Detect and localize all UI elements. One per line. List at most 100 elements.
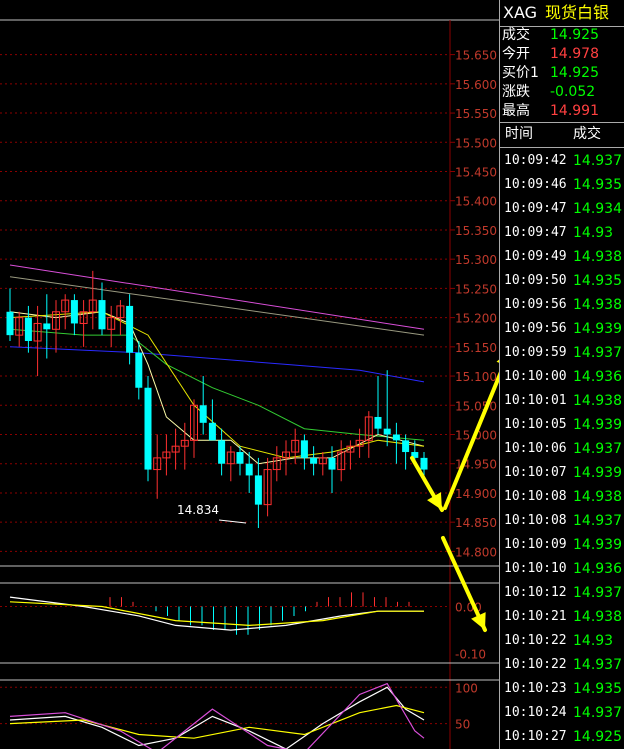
tick-time: 10:10:07 bbox=[504, 465, 567, 480]
tick-row[interactable]: 10:09:42 14.937 bbox=[499, 149, 624, 173]
candle-body bbox=[98, 300, 106, 330]
quote-value: -0.052 bbox=[550, 84, 596, 100]
candle-body bbox=[43, 323, 51, 330]
tick-time: 10:09:46 bbox=[504, 177, 567, 192]
tick-row[interactable]: 10:10:23 14.935 bbox=[499, 677, 624, 701]
quote-label: 今开 bbox=[502, 46, 530, 62]
quote-row: 涨跌 -0.052 bbox=[499, 83, 624, 102]
candle-body bbox=[135, 352, 143, 388]
tick-price: 14.937 bbox=[573, 153, 622, 169]
candle-body bbox=[392, 434, 400, 441]
min-price-label: 14.834 bbox=[177, 503, 219, 517]
tick-row[interactable]: 10:09:50 14.935 bbox=[499, 269, 624, 293]
tick-row[interactable]: 10:10:00 14.936 bbox=[499, 365, 624, 389]
tick-price: 14.938 bbox=[573, 249, 622, 265]
tick-row[interactable]: 10:10:08 14.937 bbox=[499, 509, 624, 533]
tick-time: 10:10:01 bbox=[504, 393, 567, 408]
tick-row[interactable]: 10:09:47 14.93 bbox=[499, 221, 624, 245]
price-tick-label: 14.900 bbox=[455, 487, 497, 501]
candle-body bbox=[383, 428, 391, 435]
sidebar-border bbox=[499, 0, 500, 749]
tick-price: 14.937 bbox=[573, 345, 622, 361]
tick-row[interactable]: 10:10:08 14.938 bbox=[499, 485, 624, 509]
tick-price: 14.939 bbox=[573, 321, 622, 337]
tick-time: 10:09:56 bbox=[504, 321, 567, 336]
tick-row[interactable]: 10:10:05 14.939 bbox=[499, 413, 624, 437]
price-chart[interactable]: 15.650 15.600 15.550 15.500 15.450 15.400 15.3… bbox=[0, 0, 499, 749]
tick-row[interactable]: 10:09:59 14.937 bbox=[499, 341, 624, 365]
tick-row[interactable]: 10:10:22 14.937 bbox=[499, 653, 624, 677]
sidebar-divider bbox=[499, 122, 624, 123]
chart-background bbox=[0, 0, 499, 749]
tick-row[interactable]: 10:09:46 14.935 bbox=[499, 173, 624, 197]
tick-time: 10:10:05 bbox=[504, 417, 567, 432]
candle-body bbox=[236, 452, 244, 464]
price-tick-label: 15.150 bbox=[455, 341, 497, 355]
tick-price: 14.938 bbox=[573, 393, 622, 409]
ticks-header-price: 成交 bbox=[573, 126, 601, 142]
tick-price: 14.936 bbox=[573, 369, 622, 385]
tick-price: 14.93 bbox=[573, 633, 614, 649]
tick-row[interactable]: 10:10:06 14.937 bbox=[499, 437, 624, 461]
tick-row[interactable]: 10:09:56 14.938 bbox=[499, 293, 624, 317]
price-tick-label: 14.850 bbox=[455, 516, 497, 530]
candle-body bbox=[218, 440, 226, 464]
candle-body bbox=[144, 387, 152, 470]
tick-price: 14.939 bbox=[573, 465, 622, 481]
tick-row[interactable]: 10:10:21 14.938 bbox=[499, 605, 624, 629]
tick-time: 10:09:50 bbox=[504, 273, 567, 288]
tick-row[interactable]: 10:10:01 14.938 bbox=[499, 389, 624, 413]
tick-time: 10:10:27 bbox=[504, 729, 567, 744]
tick-price: 14.937 bbox=[573, 705, 622, 721]
tick-price: 14.925 bbox=[573, 729, 622, 745]
kdj-tick-label: 50 bbox=[455, 718, 470, 732]
sidebar-divider bbox=[499, 147, 624, 148]
tick-price: 14.939 bbox=[573, 537, 622, 553]
ticks-header: 时间 成交 bbox=[499, 122, 624, 147]
tick-row[interactable]: 10:09:56 14.939 bbox=[499, 317, 624, 341]
candle-body bbox=[310, 457, 318, 464]
quote-label: 涨跌 bbox=[502, 84, 530, 100]
tick-row[interactable]: 10:10:22 14.93 bbox=[499, 629, 624, 653]
tick-price: 14.938 bbox=[573, 297, 622, 313]
tick-price: 14.935 bbox=[573, 681, 622, 697]
candle-body bbox=[199, 405, 207, 423]
price-tick-label: 15.350 bbox=[455, 224, 497, 238]
tick-price: 14.93 bbox=[573, 225, 614, 241]
tick-time: 10:10:24 bbox=[504, 705, 567, 720]
tick-time: 10:10:21 bbox=[504, 609, 567, 624]
symbol-name: 现货白银 bbox=[545, 3, 610, 22]
ticks-header-time: 时间 bbox=[505, 126, 533, 142]
quote-label: 成交 bbox=[502, 27, 530, 43]
tick-price: 14.934 bbox=[573, 201, 622, 217]
tick-row[interactable]: 10:10:07 14.939 bbox=[499, 461, 624, 485]
quote-label: 最高 bbox=[502, 103, 530, 119]
candle-body bbox=[300, 440, 308, 458]
candle-body bbox=[254, 475, 262, 505]
tick-row[interactable]: 10:10:10 14.936 bbox=[499, 557, 624, 581]
tick-row[interactable]: 10:10:09 14.939 bbox=[499, 533, 624, 557]
tick-price: 14.937 bbox=[573, 441, 622, 457]
tick-row[interactable]: 10:10:24 14.937 bbox=[499, 701, 624, 725]
symbol-title: XAG 现货白银 bbox=[499, 0, 624, 26]
tick-time: 10:10:06 bbox=[504, 441, 567, 456]
price-tick-label: 15.550 bbox=[455, 107, 497, 121]
quote-row: 成交 14.925 bbox=[499, 26, 624, 45]
symbol-code: XAG bbox=[503, 3, 538, 22]
candle-body bbox=[126, 305, 134, 353]
quote-row: 买价1 14.925 bbox=[499, 64, 624, 83]
tick-time: 10:09:56 bbox=[504, 297, 567, 312]
tick-price: 14.937 bbox=[573, 585, 622, 601]
price-tick-label: 15.600 bbox=[455, 78, 497, 92]
candle-body bbox=[328, 457, 336, 470]
tick-row[interactable]: 10:10:12 14.937 bbox=[499, 581, 624, 605]
tick-row[interactable]: 10:09:47 14.934 bbox=[499, 197, 624, 221]
tick-time: 10:10:12 bbox=[504, 585, 567, 600]
tick-row[interactable]: 10:09:49 14.938 bbox=[499, 245, 624, 269]
tick-time: 10:09:42 bbox=[504, 153, 567, 168]
candle-body bbox=[24, 317, 32, 341]
tick-time: 10:09:59 bbox=[504, 345, 567, 360]
macd-tick-label: -0.10 bbox=[455, 648, 486, 662]
tick-row[interactable]: 10:10:27 14.925 bbox=[499, 725, 624, 749]
tick-time: 10:10:09 bbox=[504, 537, 567, 552]
